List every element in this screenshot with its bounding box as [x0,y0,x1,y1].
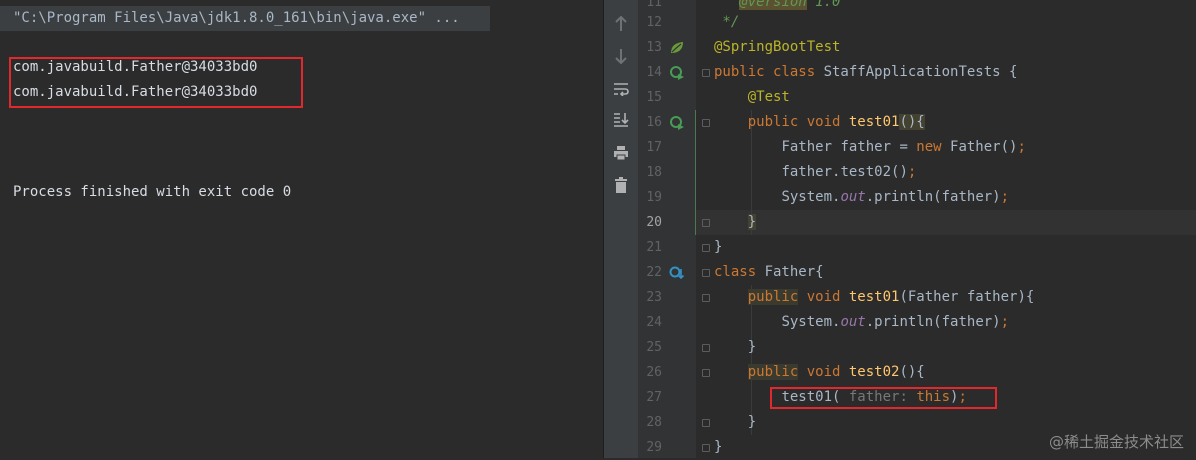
print-icon[interactable] [612,144,630,162]
fold-marker-icon[interactable] [702,69,710,77]
code-line: */ [714,14,740,30]
line-number: 25 [646,340,662,355]
trash-icon[interactable] [612,176,630,194]
fold-marker-icon[interactable] [702,269,710,277]
current-line-highlight [696,210,1196,235]
soft-wrap-icon[interactable] [612,80,630,98]
run-test-icon[interactable] [668,114,686,132]
scroll-to-end-icon[interactable] [612,111,630,129]
line-number: 26 [646,365,662,380]
line-number-active: 20 [646,215,662,230]
code-editor[interactable]: 11 12 13 14 15 16 17 18 19 20 21 22 23 2… [638,0,1196,458]
code-line: public class StaffApplicationTests { [714,64,1018,80]
highlight-box-call [770,387,997,409]
up-arrow-icon[interactable] [612,15,630,33]
fold-marker-icon[interactable] [702,119,710,127]
line-number: 14 [646,65,662,80]
code-line: public void test02(){ [747,364,925,380]
run-console[interactable]: "C:\Program Files\Java\jdk1.8.0_161\bin\… [0,0,603,458]
editor-gutter: 11 12 13 14 15 16 17 18 19 20 21 22 23 2… [638,0,696,458]
code-line: } [747,339,757,355]
line-number: 21 [646,240,662,255]
highlight-box-output [9,57,303,108]
fold-marker-icon[interactable] [702,369,710,377]
line-number: 28 [646,415,662,430]
implemented-by-icon[interactable] [668,264,686,282]
line-number: 17 [646,140,662,155]
code-line: System.out.println(father); [781,314,1010,330]
spring-bean-icon[interactable] [668,39,686,57]
console-finish-message: Process finished with exit code 0 [13,184,292,200]
console-command-line[interactable]: "C:\Program Files\Java\jdk1.8.0_161\bin\… [0,6,490,31]
code-line: Father father = new Father(); [781,139,1026,155]
code-line: } [714,439,723,455]
fold-marker-icon[interactable] [702,444,710,452]
line-number: 13 [646,40,662,55]
line-number: 22 [646,265,662,280]
javadoc-tag: @version [739,0,807,10]
code-line: class Father{ [714,264,824,280]
code-line: father.test02(); [781,164,917,180]
fold-marker-icon[interactable] [702,419,710,427]
fold-marker-icon[interactable] [702,294,710,302]
line-number: 24 [646,315,662,330]
down-arrow-icon[interactable] [612,47,630,65]
watermark: @稀土掘金技术社区 [1048,433,1184,451]
line-number: 12 [646,15,662,30]
change-marker [695,110,696,235]
line-number: 15 [646,90,662,105]
line-number: 23 [646,290,662,305]
code-line: } [747,214,757,230]
fold-marker-icon[interactable] [702,244,710,252]
run-test-icon[interactable] [668,64,686,82]
fold-marker-icon[interactable] [702,219,710,227]
line-number: 27 [646,390,662,405]
code-line: System.out.println(father); [781,189,1010,205]
code-line: public void test01(){ [747,114,925,130]
line-number: 19 [646,190,662,205]
line-number: 29 [646,440,662,455]
code-line: } [747,414,757,430]
code-line: public void test01(Father father){ [747,289,1035,305]
fold-marker-icon[interactable] [702,344,710,352]
code-line: @SpringBootTest [714,39,841,55]
code-line: @Test [747,89,790,105]
code-line: } [714,239,723,255]
line-number: 16 [646,115,662,130]
line-number: 18 [646,165,662,180]
console-toolbar [604,0,638,458]
